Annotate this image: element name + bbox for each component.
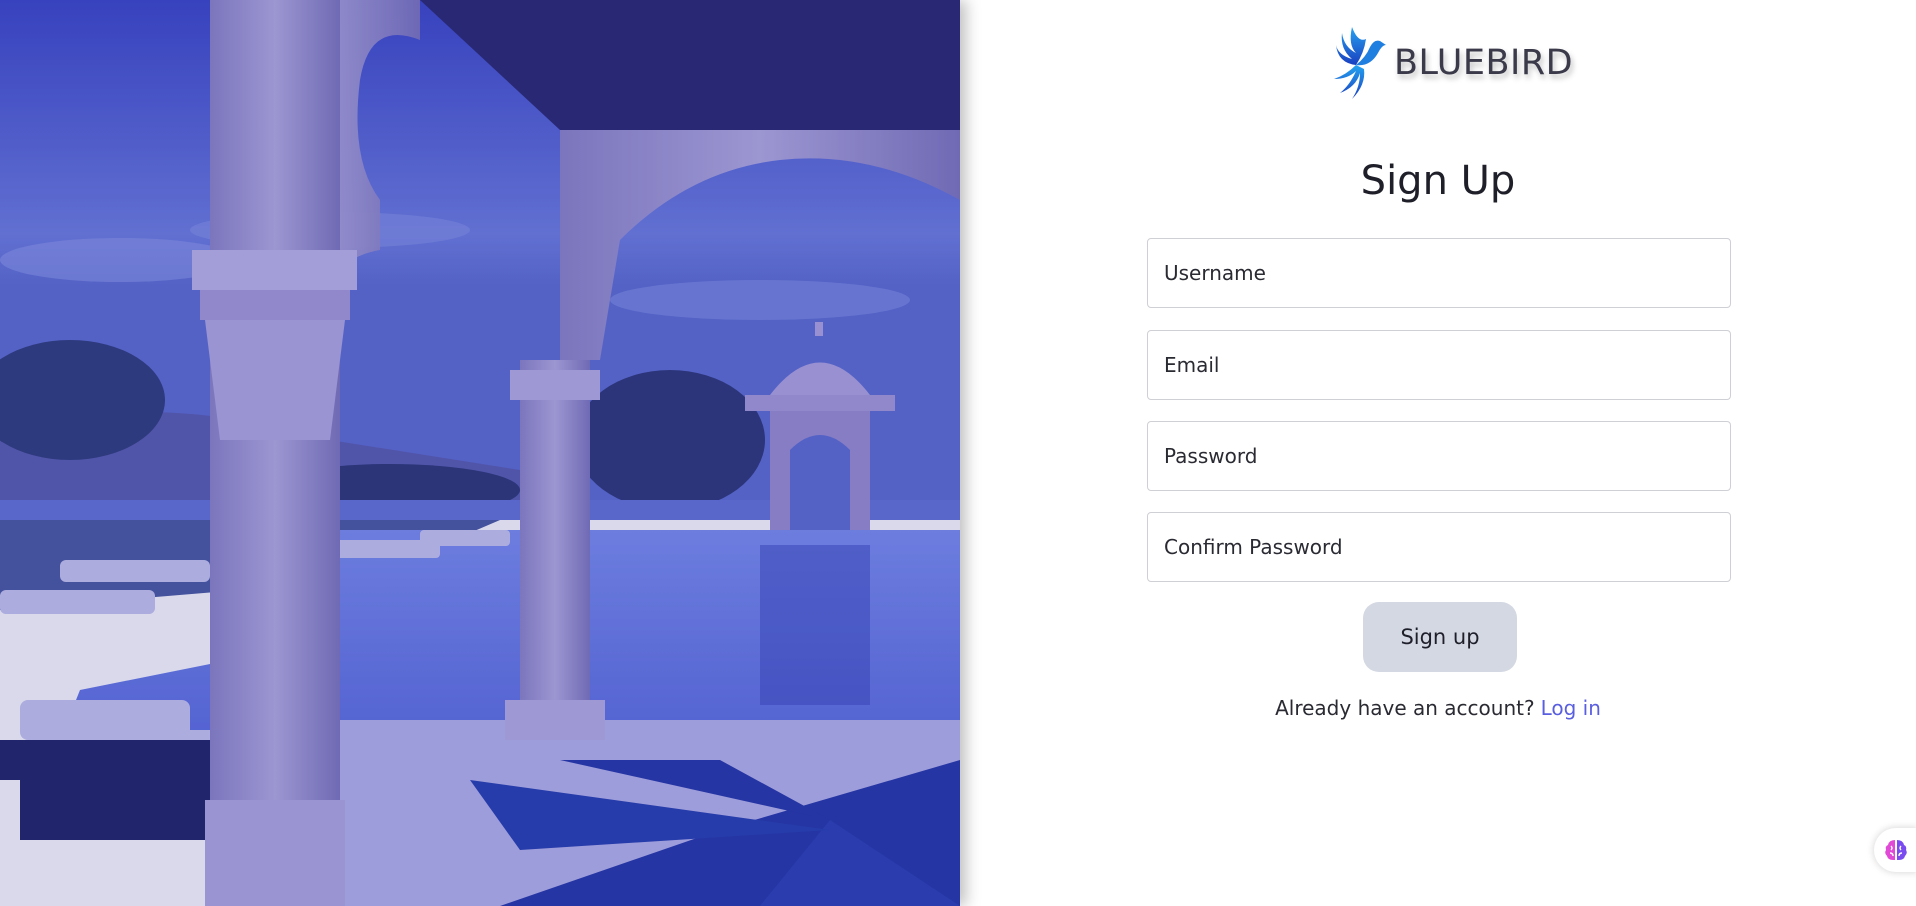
email-input[interactable] <box>1147 330 1731 400</box>
assistant-widget[interactable] <box>1874 828 1916 872</box>
brand[interactable]: BLUEBIRD <box>1330 22 1573 102</box>
login-prompt: Already have an account? Log in <box>960 696 1916 720</box>
brain-assistant-icon <box>1885 840 1907 860</box>
signup-page: BLUEBIRD Sign Up Sign up Already have an… <box>0 0 1916 906</box>
signup-panel: BLUEBIRD Sign Up Sign up Already have an… <box>960 0 1916 906</box>
login-link[interactable]: Log in <box>1541 696 1601 720</box>
confirm-password-input[interactable] <box>1147 512 1731 582</box>
hero-image <box>0 0 960 906</box>
password-input[interactable] <box>1147 421 1731 491</box>
bluebird-logo-icon <box>1334 27 1386 99</box>
login-prompt-text: Already have an account? <box>1275 696 1535 720</box>
signup-button[interactable]: Sign up <box>1363 602 1517 672</box>
brand-name: BLUEBIRD <box>1394 43 1574 83</box>
username-input[interactable] <box>1147 238 1731 308</box>
page-title: Sign Up <box>1360 158 1516 204</box>
